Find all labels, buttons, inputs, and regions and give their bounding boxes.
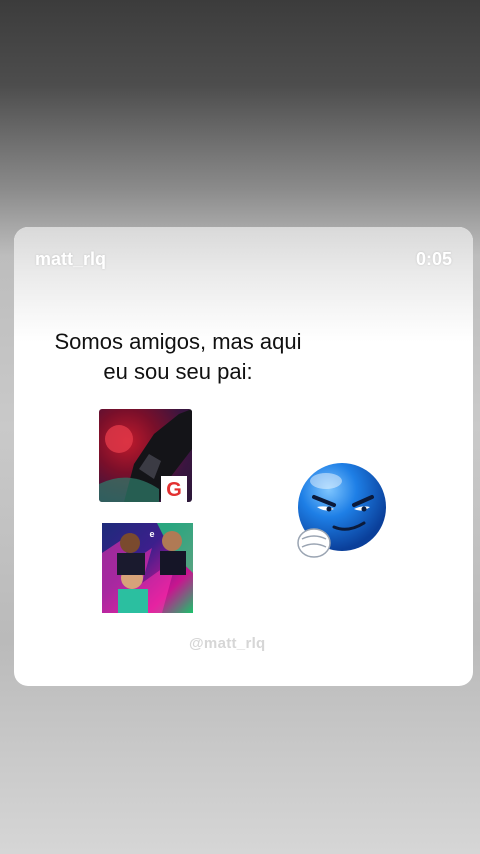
smirking-blue-emoji-icon <box>284 461 389 566</box>
free-fire-artwork: G <box>99 409 192 502</box>
svg-text:e: e <box>149 529 154 539</box>
header-gradient <box>14 227 473 342</box>
caption-line-1: Somos amigos, mas aqui <box>54 329 302 354</box>
post-watermark: @matt_rlq <box>189 635 266 652</box>
svg-text:G: G <box>166 479 182 501</box>
story-username[interactable]: matt_rlq <box>35 249 106 270</box>
story-timer: 0:05 <box>415 249 452 269</box>
efootball-app-icon: e <box>102 523 193 613</box>
emoji-artwork <box>297 463 386 558</box>
efootball-artwork: e <box>102 523 193 613</box>
free-fire-app-icon: G <box>99 409 192 502</box>
story-card: matt_rlq 0:05 Somos amigos, mas aqui eu … <box>14 227 473 686</box>
caption-line-2: eu sou seu pai: <box>103 359 253 384</box>
post-caption: Somos amigos, mas aqui eu sou seu pai: <box>28 327 328 387</box>
